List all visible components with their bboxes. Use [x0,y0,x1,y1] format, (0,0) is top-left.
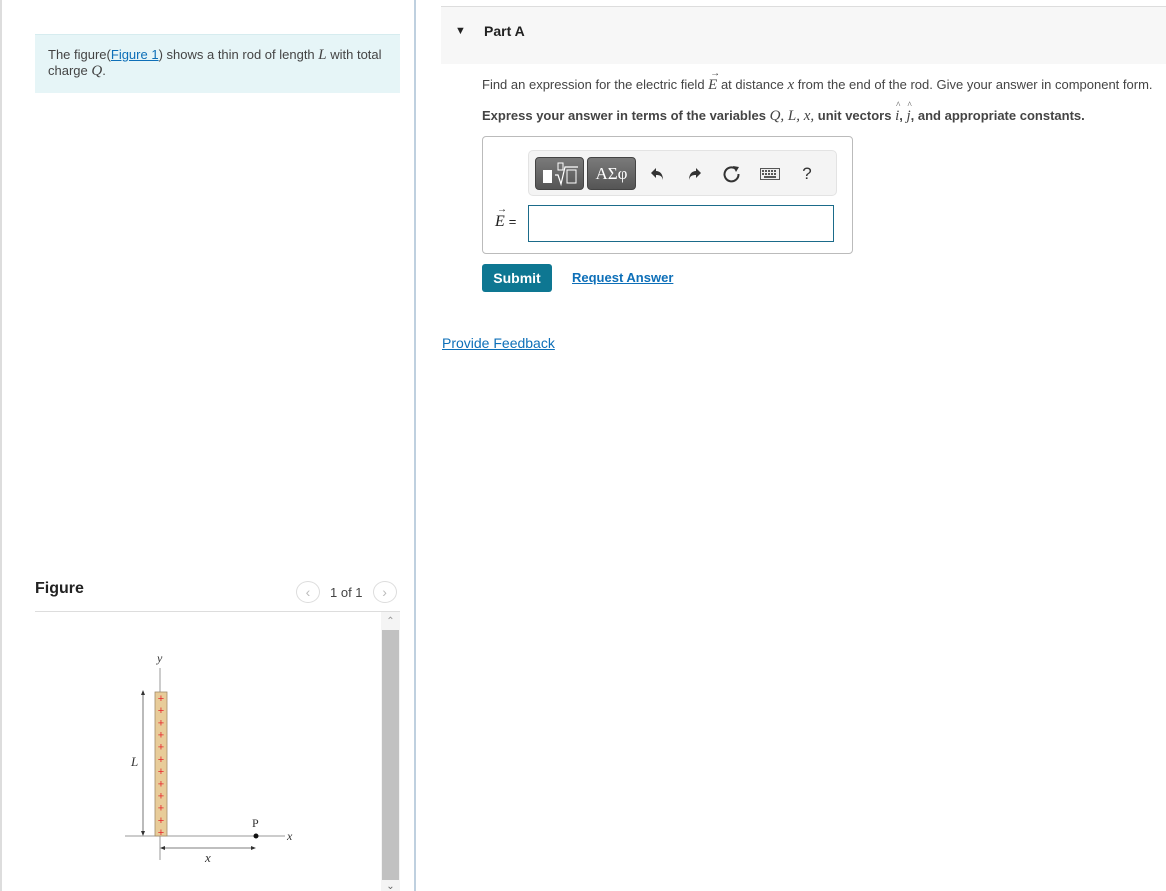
answer-var-E: E [495,204,507,231]
question-text-3: from the end of the rod. Give your answe… [794,77,1153,92]
question-text-2: at distance [717,77,788,92]
instructions-vars: Q, L, x, [769,108,815,124]
charge-plus: + [158,827,164,839]
length-arrow-bottom [141,831,145,836]
charge-plus: + [158,705,164,717]
instructions-text-1: Express your answer in terms of the vari… [482,108,770,123]
charge-plus: + [158,693,164,705]
templates-button[interactable] [535,157,584,190]
instructions-text: Express your answer in terms of the vari… [482,100,1085,125]
charge-marks: ++++++++++++ [158,693,164,839]
charge-plus: + [158,742,164,754]
keyboard-icon[interactable] [758,162,782,186]
triangle-down-icon[interactable]: ▼ [455,25,466,37]
part-title: Part A [484,23,525,39]
unit-vector-i: i [895,100,900,125]
rod-figure: y x ++++++++++++ L P x [125,651,293,865]
charge-plus: + [158,754,164,766]
question-text: Find an expression for the electric fiel… [482,68,1153,94]
charge-plus: + [158,803,164,815]
scroll-down-icon[interactable]: ⌄ [381,881,400,891]
distance-arrow-left [160,846,165,850]
figure-title: Figure [35,580,84,597]
point-label: P [252,816,259,830]
figure-counter: 1 of 1 [330,584,363,600]
templates-icon [542,162,578,186]
figure-separator [35,611,400,612]
help-button[interactable]: ? [795,162,819,186]
math-toolbar: ΑΣφ ? [528,150,837,196]
submit-button[interactable]: Submit [482,264,552,292]
instructions-text-2: unit vectors [814,108,896,123]
charge-plus: + [158,790,164,802]
equals-sign: = [508,214,517,229]
scroll-up-icon[interactable]: ⌃ [381,612,400,630]
var-L: L [318,47,327,63]
length-label: L [130,754,138,769]
intro-text: The figure(Figure 1) shows a thin rod of… [35,34,400,93]
scroll-thumb[interactable] [382,630,399,880]
unit-vector-j: j [906,100,911,125]
charge-plus: + [158,766,164,778]
figure-link[interactable]: Figure 1 [111,47,159,62]
answer-label: E= [495,204,517,231]
symbols-button[interactable]: ΑΣφ [587,157,636,190]
provide-feedback-link[interactable]: Provide Feedback [442,335,555,351]
question-text-1: Find an expression for the electric fiel… [482,77,709,92]
figure-nav: ‹ 1 of 1 › [296,581,397,603]
y-axis-label: y [156,651,163,665]
reset-icon[interactable] [720,162,744,186]
distance-label: x [204,850,211,865]
distance-arrow-right [251,846,256,850]
intro-end: . [102,63,106,78]
length-arrow-top [141,690,145,695]
point-p [253,833,259,839]
figure-scrollbar[interactable]: ⌃ ⌄ [381,612,400,891]
part-a-header[interactable]: ▼ Part A [441,6,1166,64]
var-E-vector: E [708,68,720,94]
answer-box: ΑΣφ ? E= [482,136,853,254]
undo-icon[interactable] [646,162,670,186]
redo-icon[interactable] [682,162,706,186]
instructions-text-3: , and appropriate constants. [910,108,1085,123]
charge-plus: + [158,717,164,729]
x-axis-label: x [286,829,293,843]
var-Q: Q [91,63,103,79]
answer-input[interactable] [528,205,834,242]
charge-plus: + [158,730,164,742]
charge-plus: + [158,815,164,827]
chevron-left-icon[interactable]: ‹ [296,581,320,603]
intro-prefix: The figure( [48,47,111,62]
panel-divider[interactable] [414,0,416,891]
request-answer-link[interactable]: Request Answer [572,270,673,285]
intro-middle: ) shows a thin rod of length [158,47,319,62]
chevron-right-icon[interactable]: › [372,581,397,603]
charge-plus: + [158,778,164,790]
